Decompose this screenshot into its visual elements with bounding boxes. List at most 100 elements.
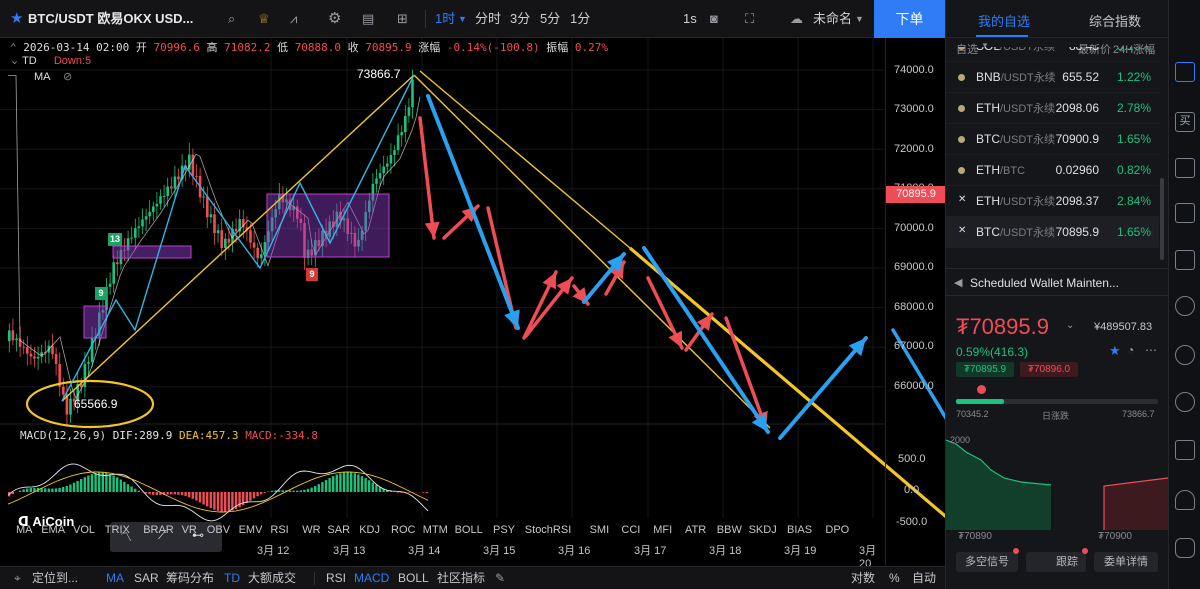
watchlist-row[interactable]: ETH/USDT永续 2098.06 2.78%	[946, 93, 1159, 124]
td-label[interactable]: TD	[22, 55, 37, 67]
search-icon[interactable]: ⌕	[228, 0, 235, 38]
order-button[interactable]: 下单	[874, 0, 945, 38]
price-axis[interactable]: 74000.0 73000.0 72000.0 71000.0 70000.0 …	[885, 38, 946, 566]
indicator-tab[interactable]: RSI	[270, 524, 288, 536]
symbol-title[interactable]: BTC/USDT 欧易OKX USD...	[28, 0, 213, 38]
interval-5m[interactable]: 5分	[540, 0, 560, 38]
edit-icon[interactable]: ✎	[495, 567, 505, 589]
watchlist-row[interactable]: BNB/USDT永续 655.52 1.22%	[946, 62, 1159, 93]
indicator-tab[interactable]: SKDJ	[749, 524, 777, 536]
indicator-chip[interactable]: 筹码分布	[166, 567, 214, 589]
watchlist-row[interactable]: SOL/USDT永续 88.45 3.16%	[946, 47, 1159, 62]
buy-icon[interactable]: 买	[1175, 112, 1195, 132]
indicator-tab[interactable]: StochRSI	[525, 524, 571, 536]
interval-1s[interactable]: 1s	[683, 0, 697, 38]
indicator-community[interactable]: 社区指标	[437, 567, 485, 589]
indicator-tab[interactable]: ATR	[685, 524, 706, 536]
eye-hidden-icon[interactable]: ⊘	[63, 71, 72, 83]
locate-button[interactable]: 定位到...	[32, 567, 78, 589]
indicator-tab[interactable]: VR	[182, 524, 197, 536]
indicator-tab[interactable]: BBW	[717, 524, 742, 536]
indicator-tab[interactable]: VOL	[73, 524, 95, 536]
indicator-td[interactable]: TD	[224, 567, 240, 589]
crown-icon[interactable]: ♕	[258, 0, 270, 38]
layout-grid-icon[interactable]: ⊞	[397, 0, 408, 38]
indicator-tab[interactable]: OBV	[207, 524, 230, 536]
layout-dropdown-icon[interactable]: ▼	[855, 0, 864, 38]
link-icon[interactable]	[1175, 296, 1195, 316]
indicator-tab[interactable]: EMV	[239, 524, 263, 536]
compass-icon[interactable]	[1175, 392, 1195, 412]
interval-dropdown-icon[interactable]: ▼	[458, 0, 467, 38]
indicator-tab[interactable]: MA	[16, 524, 33, 536]
indicator-sar[interactable]: SAR	[134, 567, 159, 589]
depth-chart[interactable]	[946, 430, 1169, 530]
clock-icon[interactable]	[1175, 345, 1195, 365]
watchlist-scrollbar[interactable]	[1160, 178, 1164, 260]
indicator-tab[interactable]: ROC	[391, 524, 415, 536]
indicator-macd[interactable]: MACD	[354, 567, 389, 589]
camera-icon[interactable]: ◙	[710, 0, 718, 38]
bid-price[interactable]: ₮70895.9	[956, 362, 1014, 377]
template-icon[interactable]: ▤	[362, 0, 374, 38]
document-icon[interactable]	[1175, 158, 1195, 178]
indicator-rsi[interactable]: RSI	[326, 567, 346, 589]
bell-icon[interactable]: ◔	[1127, 343, 1134, 357]
tracking-button[interactable]: 跟踪	[1026, 552, 1086, 572]
watchlist-row[interactable]: ✕ BTC/USDT永续 70895.9 1.65%	[946, 217, 1159, 248]
clipboard-icon[interactable]	[1175, 203, 1195, 223]
ask-price[interactable]: ₮70896.0	[1020, 362, 1078, 377]
long-short-signal-button[interactable]: 多空信号	[956, 552, 1018, 572]
auto-scale-toggle[interactable]: 自动	[912, 567, 936, 589]
indicator-tab[interactable]: SMI	[590, 524, 610, 536]
fullscreen-icon[interactable]: ⛶	[745, 0, 754, 38]
indicator-chart-icon[interactable]: ⩘	[290, 0, 297, 38]
indicator-tab[interactable]: DPO	[825, 524, 849, 536]
collapse-icon[interactable]: ⌃	[10, 41, 17, 54]
watchlist-row[interactable]: BTC/USDT永续 70900.9 1.65%	[946, 124, 1159, 155]
grid-apps-icon[interactable]	[1175, 440, 1195, 460]
indicator-tab[interactable]: MFI	[653, 524, 672, 536]
notice-bar[interactable]: ◀ Scheduled Wallet Mainten...	[946, 268, 1169, 296]
interval-3m[interactable]: 3分	[510, 0, 530, 38]
indicator-bigtrade[interactable]: 大额成交	[248, 567, 296, 589]
percent-toggle[interactable]: %	[889, 567, 900, 589]
indicator-tab[interactable]: KDJ	[359, 524, 380, 536]
indicator-ma[interactable]: MA	[106, 567, 124, 589]
layout-name[interactable]: 未命名	[813, 0, 852, 38]
robot-icon[interactable]	[1175, 538, 1195, 558]
indicator-tab[interactable]: WR	[302, 524, 320, 536]
tab-composite-index[interactable]: 综合指数	[1089, 11, 1141, 30]
log-scale-toggle[interactable]: 对数	[851, 567, 875, 589]
chart-area[interactable]: ⌃ 2026-03-14 02:00 开 70996.6 高 71082.2 低…	[0, 38, 946, 570]
bar-chart-icon[interactable]	[1175, 250, 1195, 270]
candlestick-chart[interactable]	[0, 38, 945, 566]
ticker-dropdown-icon[interactable]: ⌄	[1066, 320, 1074, 331]
interval-1h[interactable]: 1时	[435, 0, 455, 38]
watchlist-row[interactable]: ✕ ETH/USDT永续 2098.37 2.84%	[946, 186, 1159, 217]
locate-icon[interactable]: ⌖	[14, 567, 21, 589]
indicator-tab[interactable]: CCI	[621, 524, 640, 536]
collapse-icon[interactable]: ⌄	[10, 55, 19, 67]
watchlist-row[interactable]: ETH/BTC 0.02960 0.82%	[946, 155, 1159, 186]
indicator-tab[interactable]: TRIX	[105, 524, 130, 536]
cloud-icon[interactable]: ☁	[790, 0, 803, 38]
interval-1m[interactable]: 1分	[570, 0, 590, 38]
interval-timeshare[interactable]: 分时	[475, 0, 501, 38]
indicator-tab[interactable]: PSY	[493, 524, 515, 536]
tab-my-watchlist[interactable]: 我的自选	[978, 11, 1030, 30]
more-icon[interactable]: ⋯	[1145, 343, 1157, 357]
indicator-tab[interactable]: BRAR	[143, 524, 174, 536]
settings-gear-icon[interactable]: ⚙	[328, 0, 341, 38]
indicator-tab[interactable]: BIAS	[787, 524, 812, 536]
order-details-button[interactable]: 委单详情	[1094, 552, 1158, 572]
favorite-star-icon[interactable]: ★	[10, 0, 23, 38]
notes-icon[interactable]	[1175, 62, 1195, 82]
favorite-star-icon[interactable]: ★	[1109, 343, 1121, 359]
indicator-tab[interactable]: BOLL	[455, 524, 483, 536]
indicator-tab[interactable]: MTM	[423, 524, 448, 536]
headset-icon[interactable]	[1175, 490, 1195, 510]
ma-label[interactable]: MA	[34, 71, 50, 83]
indicator-boll[interactable]: BOLL	[398, 567, 429, 589]
indicator-tab[interactable]: SAR	[327, 524, 350, 536]
